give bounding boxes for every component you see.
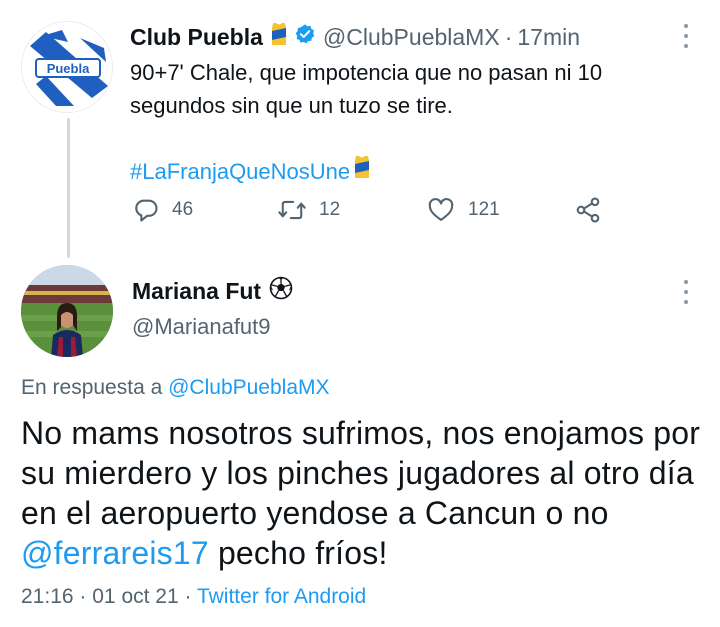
more-options-icon[interactable]	[683, 280, 689, 304]
reply-button[interactable]: 46	[132, 193, 193, 227]
profile-photo	[21, 265, 113, 357]
club-puebla-avatar[interactable]: Puebla	[21, 21, 113, 113]
tweet-text: 90+7' Chale, que impotencia que no pasan…	[130, 56, 690, 122]
verified-badge-icon	[294, 23, 316, 51]
share-button[interactable]	[574, 193, 602, 227]
retweet-button[interactable]: 12	[277, 193, 340, 227]
share-icon	[576, 197, 600, 223]
tweet-header: Club Puebla @ClubPueblaMX · 17min	[130, 20, 690, 54]
display-name[interactable]: Club Puebla	[130, 24, 263, 51]
display-name[interactable]: Mariana Fut	[132, 278, 261, 305]
retweet-count: 12	[319, 199, 341, 220]
mariana-fut-avatar[interactable]	[21, 265, 113, 357]
tweet-text-part-2: pecho fríos!	[217, 535, 388, 571]
like-button[interactable]: 121	[426, 193, 500, 227]
like-count: 121	[468, 199, 500, 220]
tweet-actions: 46 12 121	[132, 193, 612, 227]
separator: ·	[79, 585, 87, 608]
heart-icon	[428, 198, 454, 221]
reply-mention-link[interactable]: @ClubPueblaMX	[168, 376, 329, 399]
tweet-metadata: 21:16 · 01 oct 21 · Twitter for Android	[21, 585, 366, 609]
tweet-time[interactable]: 17min	[517, 24, 580, 51]
retweet-icon	[278, 200, 306, 220]
jersey-emoji-icon	[269, 22, 289, 52]
tweet-date[interactable]: 01 oct 21	[92, 585, 178, 608]
club-puebla-logo: Puebla	[22, 22, 112, 112]
handle[interactable]: @ClubPueblaMX	[323, 24, 500, 51]
tweet-text-line-2: segundos sin que un tuzo se tire.	[130, 93, 453, 118]
more-options-icon[interactable]	[683, 24, 689, 48]
hashtag-line: #LaFranjaQueNosUne	[130, 155, 690, 188]
tweet-text: No mams nosotros sufrimos, nos enojamos …	[21, 413, 711, 573]
mention-link[interactable]: @ferrareis17	[21, 535, 209, 571]
replying-to: En respuesta a @ClubPueblaMX	[21, 376, 330, 400]
tweet-time[interactable]: 21:16	[21, 585, 74, 608]
tweet-source-link[interactable]: Twitter for Android	[197, 585, 366, 608]
separator: ·	[504, 23, 513, 50]
reply-count: 46	[172, 199, 194, 220]
logo-text: Puebla	[47, 61, 90, 76]
soccer-ball-icon	[269, 276, 293, 306]
hashtag-link[interactable]: #LaFranjaQueNosUne	[130, 155, 350, 188]
reply-icon	[135, 199, 158, 222]
tweet-text-line-1: 90+7' Chale, que impotencia que no pasan…	[130, 60, 603, 85]
jersey-emoji-icon	[352, 155, 372, 188]
reply-prefix: En respuesta a	[21, 376, 163, 399]
tweet-text-part-1: No mams nosotros sufrimos, nos enojamos …	[21, 415, 701, 531]
separator: ·	[184, 585, 192, 608]
thread-connector-line	[67, 118, 70, 258]
handle[interactable]: @Marianafut9	[132, 314, 271, 340]
reply-author-row: Mariana Fut	[132, 275, 293, 307]
